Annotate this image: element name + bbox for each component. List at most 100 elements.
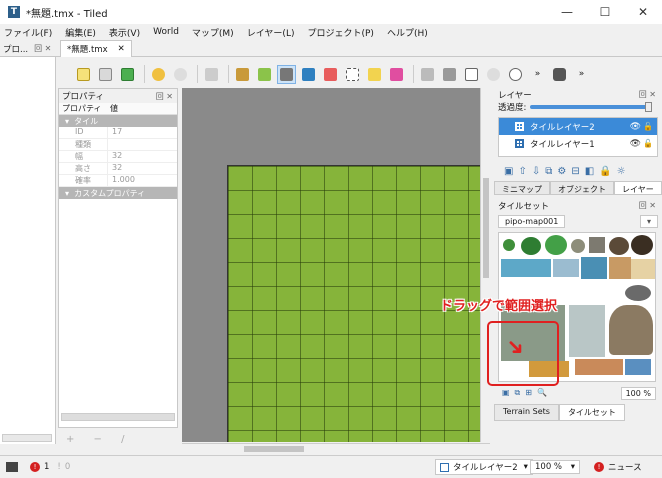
canvas-horizontal-scrollbar[interactable] [182, 443, 490, 453]
magic-wand-icon[interactable] [365, 65, 384, 84]
tile[interactable] [569, 305, 605, 357]
toolbar-overflow-icon[interactable]: » [572, 65, 591, 84]
tile[interactable] [581, 257, 607, 279]
group-tile[interactable]: ▾ タイル [59, 115, 177, 127]
console-icon[interactable] [6, 462, 18, 472]
tab-minimap[interactable]: ミニマップ [494, 181, 550, 194]
menu-file[interactable]: ファイル(F) [4, 26, 52, 39]
menu-world[interactable]: World [153, 27, 179, 37]
left-dock-scrollbar[interactable] [2, 434, 52, 442]
tab-tilesets[interactable]: タイルセット [558, 404, 625, 421]
close-button[interactable]: ✕ [624, 0, 662, 24]
insert-ellipse-icon[interactable] [506, 65, 525, 84]
error-icon[interactable]: ! [30, 462, 40, 472]
left-dock-title[interactable]: プロ... [3, 43, 28, 55]
properties-controls[interactable]: 回 ✕ [156, 91, 173, 102]
scroll-thumb[interactable] [244, 446, 304, 452]
opacity-slider-handle[interactable] [645, 102, 653, 112]
menu-layer[interactable]: レイヤー(L) [247, 26, 295, 39]
lock-icon[interactable]: 🔓 [643, 139, 653, 148]
minimize-button[interactable]: — [548, 0, 586, 24]
menu-map[interactable]: マップ(M) [192, 26, 234, 39]
menu-help[interactable]: ヘルプ(H) [387, 26, 428, 39]
error-count[interactable]: 1 [44, 462, 49, 472]
menu-view[interactable]: 表示(V) [109, 26, 140, 39]
tile[interactable] [609, 257, 631, 279]
property-row[interactable]: 確率 1.000 [59, 175, 177, 187]
raise-layer-icon[interactable]: ⇧ [518, 166, 531, 177]
object-select-icon[interactable] [418, 65, 437, 84]
dice-icon[interactable] [550, 65, 569, 84]
tab-objects[interactable]: オブジェクト [550, 181, 614, 194]
rect-select-icon[interactable] [343, 65, 362, 84]
tile[interactable] [545, 235, 567, 255]
tab-terrain-sets[interactable]: Terrain Sets [494, 404, 559, 421]
tileset-zoom[interactable]: 100 % [620, 386, 656, 400]
tab-layers[interactable]: レイヤー [614, 181, 662, 194]
group-custom-properties[interactable]: ▾ カスタムプロパティ [59, 187, 177, 199]
tile[interactable] [501, 259, 551, 277]
tileset-dropdown-icon[interactable]: ▾ [639, 215, 658, 228]
property-row[interactable]: 幅 32 [59, 151, 177, 163]
tileset-tools-icons[interactable]: ▣⧉⊞🔍 [502, 388, 552, 398]
tile[interactable] [553, 259, 579, 277]
scroll-thumb[interactable] [483, 178, 489, 278]
warning-count[interactable]: 0 [65, 462, 70, 472]
tile[interactable] [631, 259, 655, 279]
property-row[interactable]: 種類 [59, 139, 177, 151]
tile[interactable] [625, 285, 651, 301]
delete-layer-icon[interactable]: ⊟ [571, 166, 584, 177]
insert-rect-icon[interactable] [462, 65, 481, 84]
lock-layer-icon[interactable]: 🔒 [599, 166, 616, 177]
save-file-icon[interactable] [118, 65, 137, 84]
property-row[interactable]: ID 17 [59, 127, 177, 139]
properties-scrollbar[interactable] [61, 413, 175, 421]
eraser-icon[interactable] [321, 65, 340, 84]
visibility-eye-icon[interactable]: 👁 [630, 139, 641, 149]
layer-item[interactable]: タイルレイヤー2 👁 🔓 [499, 118, 657, 135]
shape-fill-icon[interactable] [299, 65, 318, 84]
news-button[interactable]: ! ニュース [594, 461, 642, 473]
tile[interactable] [631, 235, 653, 255]
map-canvas[interactable] [182, 88, 480, 442]
lock-icon[interactable]: 🔓 [643, 122, 653, 131]
layers-controls[interactable]: 回 ✕ [639, 89, 656, 100]
tile[interactable] [575, 359, 623, 375]
layer-item[interactable]: タイルレイヤー1 👁 🔓 [499, 135, 657, 152]
select-same-tile-icon[interactable] [387, 65, 406, 84]
left-dock-controls[interactable]: 回 ✕ [34, 43, 51, 54]
terrain-brush-icon[interactable] [255, 65, 274, 84]
warning-icon[interactable]: ! [57, 462, 60, 472]
menu-edit[interactable]: 編集(E) [65, 26, 96, 39]
visibility-eye-icon[interactable]: 👁 [630, 122, 641, 132]
col-value[interactable]: 値 [107, 103, 118, 114]
stamp-brush-icon[interactable] [233, 65, 252, 84]
maximize-button[interactable]: ☐ [586, 0, 624, 24]
tile[interactable] [521, 237, 541, 255]
layer-options-icon[interactable]: ☼ [617, 166, 631, 177]
tab-close-icon[interactable]: ✕ [118, 44, 125, 54]
canvas-vertical-scrollbar[interactable] [480, 88, 490, 442]
current-layer-selector[interactable]: タイルレイヤー2 ▾ [435, 459, 533, 475]
toolbar-overflow-icon[interactable]: » [528, 65, 547, 84]
undo-icon[interactable] [149, 65, 168, 84]
redo-icon[interactable] [171, 65, 190, 84]
tile[interactable] [609, 305, 653, 355]
tileset-controls[interactable]: 回 ✕ [639, 200, 656, 211]
menu-project[interactable]: プロジェクト(P) [307, 26, 373, 39]
bucket-fill-icon[interactable] [277, 64, 296, 84]
tile[interactable] [589, 237, 605, 253]
duplicate-layer-icon[interactable]: ⧉ [545, 166, 557, 177]
merge-layer-icon[interactable]: ◧ [585, 166, 599, 177]
property-tools[interactable]: + − / [66, 434, 132, 445]
opacity-slider[interactable] [530, 102, 653, 112]
tile[interactable] [571, 239, 585, 253]
edit-polygon-icon[interactable] [440, 65, 459, 84]
status-zoom-selector[interactable]: 100 % ▾ [530, 460, 580, 474]
open-file-icon[interactable] [96, 65, 115, 84]
new-file-icon[interactable] [74, 65, 93, 84]
tile[interactable] [625, 359, 651, 375]
tab-document[interactable]: *無題.tmx ✕ [60, 40, 132, 57]
tile[interactable] [503, 239, 515, 251]
layer-properties-icon[interactable]: ⚙ [557, 166, 571, 177]
